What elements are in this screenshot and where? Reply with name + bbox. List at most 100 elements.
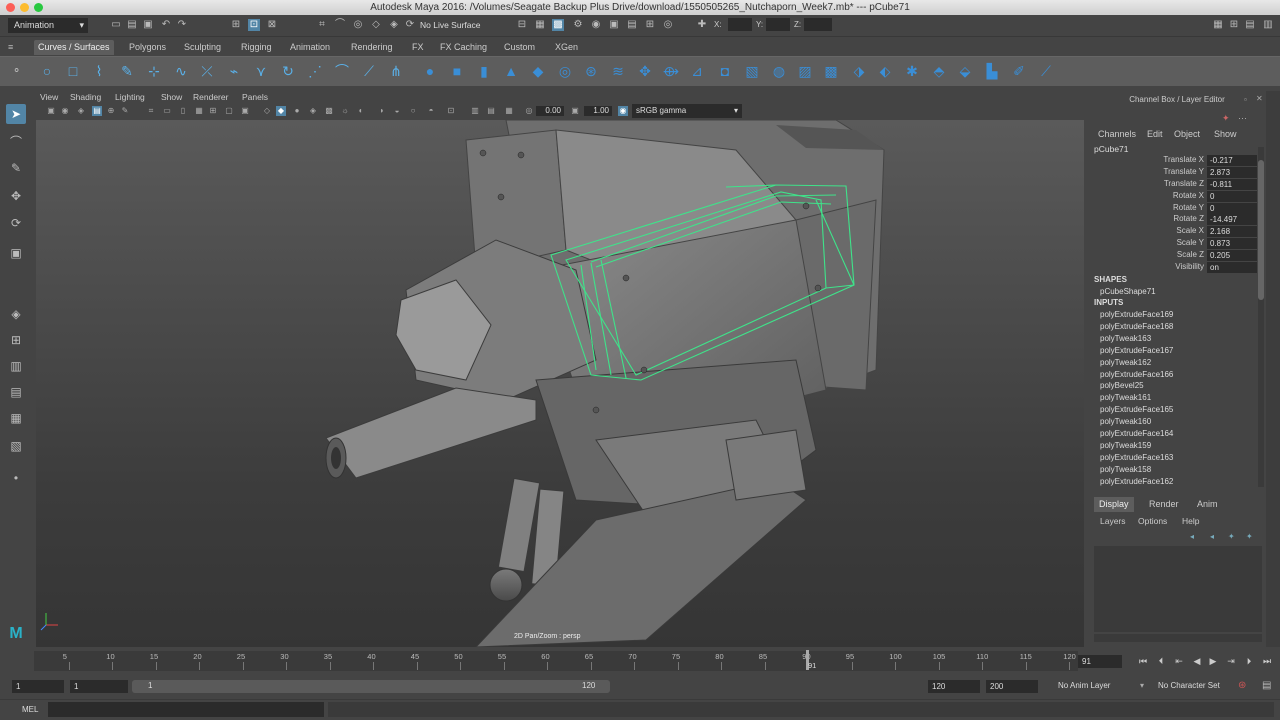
open-scene-icon[interactable]: ▤: [126, 19, 138, 31]
play-backwards-icon[interactable]: ◀: [1190, 655, 1204, 668]
default-material-icon[interactable]: ●: [292, 106, 302, 116]
xray-icon[interactable]: ▥: [470, 106, 480, 116]
nurbs-sphere-icon[interactable]: ●: [421, 62, 439, 80]
attr-translate-x-field[interactable]: -0.217: [1207, 155, 1257, 166]
shadows-icon[interactable]: ◐: [356, 106, 366, 116]
history-icon[interactable]: ⊟: [516, 19, 528, 31]
shelf-tab-xgen[interactable]: XGen: [551, 40, 582, 55]
close-window-icon[interactable]: [6, 3, 15, 12]
smooth-shade-icon[interactable]: ◆: [276, 106, 286, 116]
new-scene-icon[interactable]: ▭: [110, 19, 122, 31]
input-node[interactable]: polyBevel25: [1100, 381, 1144, 390]
shelf-tab-sculpting[interactable]: Sculpting: [180, 40, 225, 55]
3d-viewport[interactable]: [36, 120, 1084, 647]
shelf-tab-rigging[interactable]: Rigging: [237, 40, 276, 55]
attr-rotate-z-field[interactable]: -14.497: [1207, 214, 1257, 225]
layers-menu[interactable]: Layers: [1100, 516, 1126, 526]
anti-aliasing-icon[interactable]: ○: [408, 106, 418, 116]
viewport-menu-view[interactable]: View: [40, 92, 58, 103]
snap-curve-icon[interactable]: ⌒: [334, 19, 346, 31]
render-region-icon[interactable]: ⊞: [644, 19, 656, 31]
layer-list[interactable]: [1094, 546, 1262, 632]
nurbs-plane-icon[interactable]: ◆: [529, 62, 547, 80]
select-camera-icon[interactable]: ▣: [46, 106, 56, 116]
step-back-key-icon[interactable]: ⇤: [1172, 655, 1186, 668]
detach-curves-icon[interactable]: ⋎: [252, 62, 270, 80]
select-tool-icon[interactable]: ➤: [6, 104, 26, 124]
channel-box-scroll-thumb[interactable]: [1258, 160, 1264, 300]
cv-curve-icon[interactable]: ⌇: [90, 62, 108, 80]
film-gate-icon[interactable]: ▭: [162, 106, 172, 116]
select-object-icon[interactable]: ⊡: [248, 19, 260, 31]
wireframe-on-shaded-icon[interactable]: ◈: [308, 106, 318, 116]
snap-surface-icon[interactable]: ◈: [388, 19, 400, 31]
xray-active-icon[interactable]: ▦: [504, 106, 514, 116]
scale-tool-icon[interactable]: ▣: [6, 243, 26, 263]
input-node[interactable]: polyExtrudeFace165: [1100, 405, 1173, 414]
xgen-icon[interactable]: ◎: [662, 19, 674, 31]
scene-start-field[interactable]: 1: [12, 680, 64, 693]
step-forward-frame-icon[interactable]: ⏵: [1242, 655, 1256, 668]
rotate-tool-icon[interactable]: ⟳: [6, 213, 26, 233]
input-node[interactable]: polyExtrudeFace166: [1100, 370, 1173, 379]
help-menu[interactable]: Help: [1182, 516, 1199, 526]
workspace-icon[interactable]: ▦: [1212, 19, 1224, 31]
sculpt-geometry-icon[interactable]: ✐: [1010, 62, 1028, 80]
input-node[interactable]: polyExtrudeFace168: [1100, 322, 1173, 331]
edit-menu[interactable]: Edit: [1147, 129, 1163, 139]
shelf-tab-curves-surfaces[interactable]: Curves / Surfaces: [34, 40, 114, 55]
side-panel-tabs[interactable]: [1266, 91, 1280, 647]
input-node[interactable]: polyTweak159: [1100, 441, 1151, 450]
boundary-icon[interactable]: ◍: [770, 62, 788, 80]
grid-toggle-icon[interactable]: ⌗: [146, 106, 156, 116]
chevron-down-icon[interactable]: ▾: [1140, 681, 1144, 690]
anim-layer-dropdown[interactable]: No Anim Layer: [1058, 681, 1110, 690]
rebuild-surface-icon[interactable]: ✱: [903, 62, 921, 80]
select-hierarchy-icon[interactable]: ⊞: [230, 19, 242, 31]
object-name[interactable]: pCube71: [1094, 144, 1129, 154]
object-menu[interactable]: Object: [1174, 129, 1200, 139]
viewport-menu-renderer[interactable]: Renderer: [193, 92, 228, 103]
current-frame-field[interactable]: 91: [1078, 655, 1122, 668]
playback-start-field[interactable]: 1: [70, 680, 128, 693]
bevel-plus-icon[interactable]: ◘: [716, 62, 734, 80]
lasso-tool-icon[interactable]: ⌒: [6, 132, 26, 152]
xray-joints-icon[interactable]: ▤: [486, 106, 496, 116]
rebuild-curve-icon[interactable]: ↻: [279, 62, 297, 80]
input-node[interactable]: polyExtrudeFace167: [1100, 346, 1173, 355]
absolute-transform-icon[interactable]: ✚: [696, 19, 708, 31]
shelf-tab-rendering[interactable]: Rendering: [347, 40, 397, 55]
persp-outliner-layout-icon[interactable]: ▥: [6, 356, 26, 376]
snap-grid-icon[interactable]: ⌗: [316, 19, 328, 31]
safe-action-icon[interactable]: ▢: [224, 106, 234, 116]
play-forwards-icon[interactable]: ▶: [1206, 655, 1220, 668]
extend-surface-icon[interactable]: ⬗: [850, 62, 868, 80]
attr-rotate-y-field[interactable]: 0: [1207, 203, 1257, 214]
redo-icon[interactable]: ↷: [176, 19, 188, 31]
attr-scale-z-field[interactable]: 0.205: [1207, 250, 1257, 261]
nurbs-cube-icon[interactable]: ■: [448, 62, 466, 80]
script-language-toggle[interactable]: MEL: [22, 705, 38, 714]
snap-plane-icon[interactable]: ◇: [370, 19, 382, 31]
new-empty-layer-icon[interactable]: ✦: [1228, 532, 1235, 541]
modeling-toolkit-icon[interactable]: ⊞: [1228, 19, 1240, 31]
layer-tab-anim[interactable]: Anim: [1192, 497, 1223, 512]
more-layouts-icon[interactable]: •: [6, 468, 26, 488]
input-node[interactable]: polyTweak162: [1100, 358, 1151, 367]
exposure-field[interactable]: 0.00: [536, 106, 564, 116]
birail-icon[interactable]: ⊿: [688, 62, 706, 80]
new-layer-selected-icon[interactable]: ✦: [1246, 532, 1253, 541]
snap-point-icon[interactable]: ◎: [352, 19, 364, 31]
select-component-icon[interactable]: ⊠: [266, 19, 278, 31]
loft-icon[interactable]: ≋: [609, 62, 627, 80]
range-slider[interactable]: [132, 680, 610, 693]
go-to-start-icon[interactable]: ⏮: [1136, 655, 1150, 668]
playback-end-field[interactable]: 120: [928, 680, 980, 693]
scene-end-field[interactable]: 200: [986, 680, 1038, 693]
project-curve-icon[interactable]: ⋔: [387, 62, 405, 80]
live-surface-icon[interactable]: ⟳: [404, 19, 416, 31]
speed-icon[interactable]: ⋯: [1238, 113, 1247, 124]
insert-isoparm-icon[interactable]: ▩: [822, 62, 840, 80]
shelf-menu-icon[interactable]: ≡: [8, 42, 13, 52]
gamma-icon[interactable]: ▣: [570, 106, 580, 116]
